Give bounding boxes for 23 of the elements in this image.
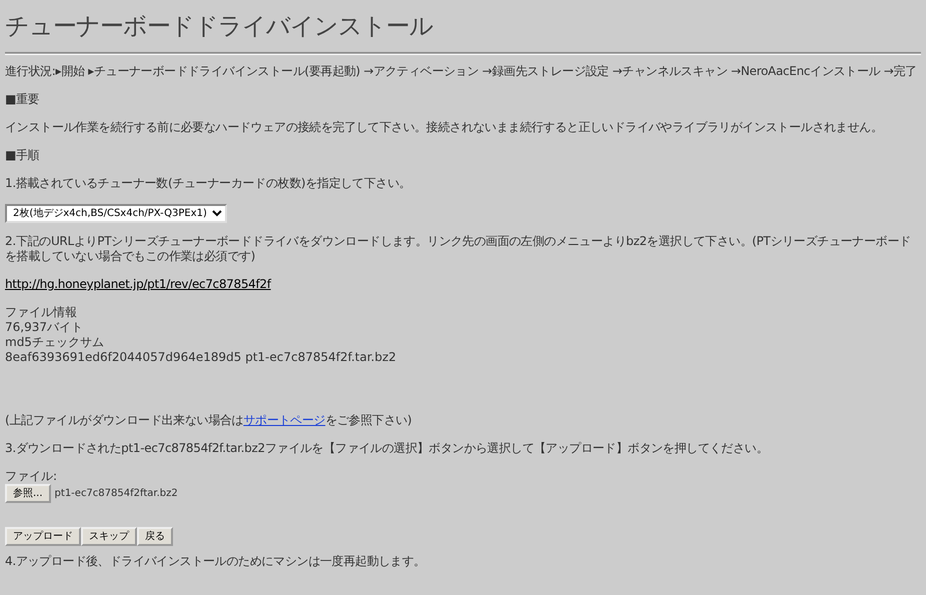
progress-steps: 進行状況:▸開始 ▸チューナーボードドライバインストール(要再起動) →アクティベーション →録画先ストレージ設定 →チャンネルスキャン →NeroAacEncインストール →完了 — [5, 64, 921, 79]
file-info-text: ファイル情報 — [5, 305, 78, 320]
file-info-text: 76,937バイト — [5, 320, 84, 335]
step-text: 3.ダウンロードされたpt1-ec7c87854f2f.tar.bz2ファイルを【ファイルの選択】ボタンから選択して【アップロード】ボタンを押してください。 — [5, 441, 770, 456]
action-button[interactable]: アップロード — [5, 527, 81, 546]
step-text: 2.下記のURLよりPTシリーズチューナーボードドライバをダウンロードします。リンク先の画面の左側のメニューよりbz2を選択して下さい。(PTシリーズチューナーボードを搭載していない場合でもこの作業は必須です) — [5, 234, 912, 264]
support-link[interactable]: サポートページ — [243, 413, 326, 427]
note-text: (上記ファイルがダウンロード出来ない場合はサポートページ をご参照下さい) — [5, 413, 413, 428]
file-label: ファイル: — [5, 469, 58, 484]
step-text: 1.搭載されているチューナー数(チューナーカードの枚数)を指定して下さい。 — [5, 176, 412, 191]
section-heading: ■重要 — [5, 92, 40, 107]
file-info-text: 8eaf6393691ed6f2044057d964e189d5 pt1-ec7c87854f2f.tar.bz2 — [5, 350, 398, 365]
browse-button[interactable]: 参照... — [5, 484, 51, 503]
file-name: pt1-ec7c87854f2ftar.bz2 — [54, 487, 178, 501]
warning-text: インストール作業を続行する前に必要なハードウェアの接続を完了して下さい。接続されないまま続行すると正しいドライバやライブラリがインストールされません。 — [5, 120, 884, 135]
section-heading: ■手順 — [5, 148, 40, 163]
tuner-count-dropdown[interactable]: 2枚(地デジx4ch,BS/CSx4ch/PX-Q3PEx1) — [5, 204, 227, 223]
action-button[interactable]: 戻る — [137, 527, 173, 546]
file-info-text: md5チェックサム — [5, 335, 105, 350]
page-title: チューナーボードドライバインストール — [5, 11, 434, 42]
download-link[interactable]: http://hg.honeyplanet.jp/pt1/rev/ec7c87854f2f — [5, 277, 271, 291]
action-button[interactable]: スキップ — [81, 527, 137, 546]
step-text: 4.アップロード後、ドライバインストールのためにマシンは一度再起動します。 — [5, 554, 426, 569]
